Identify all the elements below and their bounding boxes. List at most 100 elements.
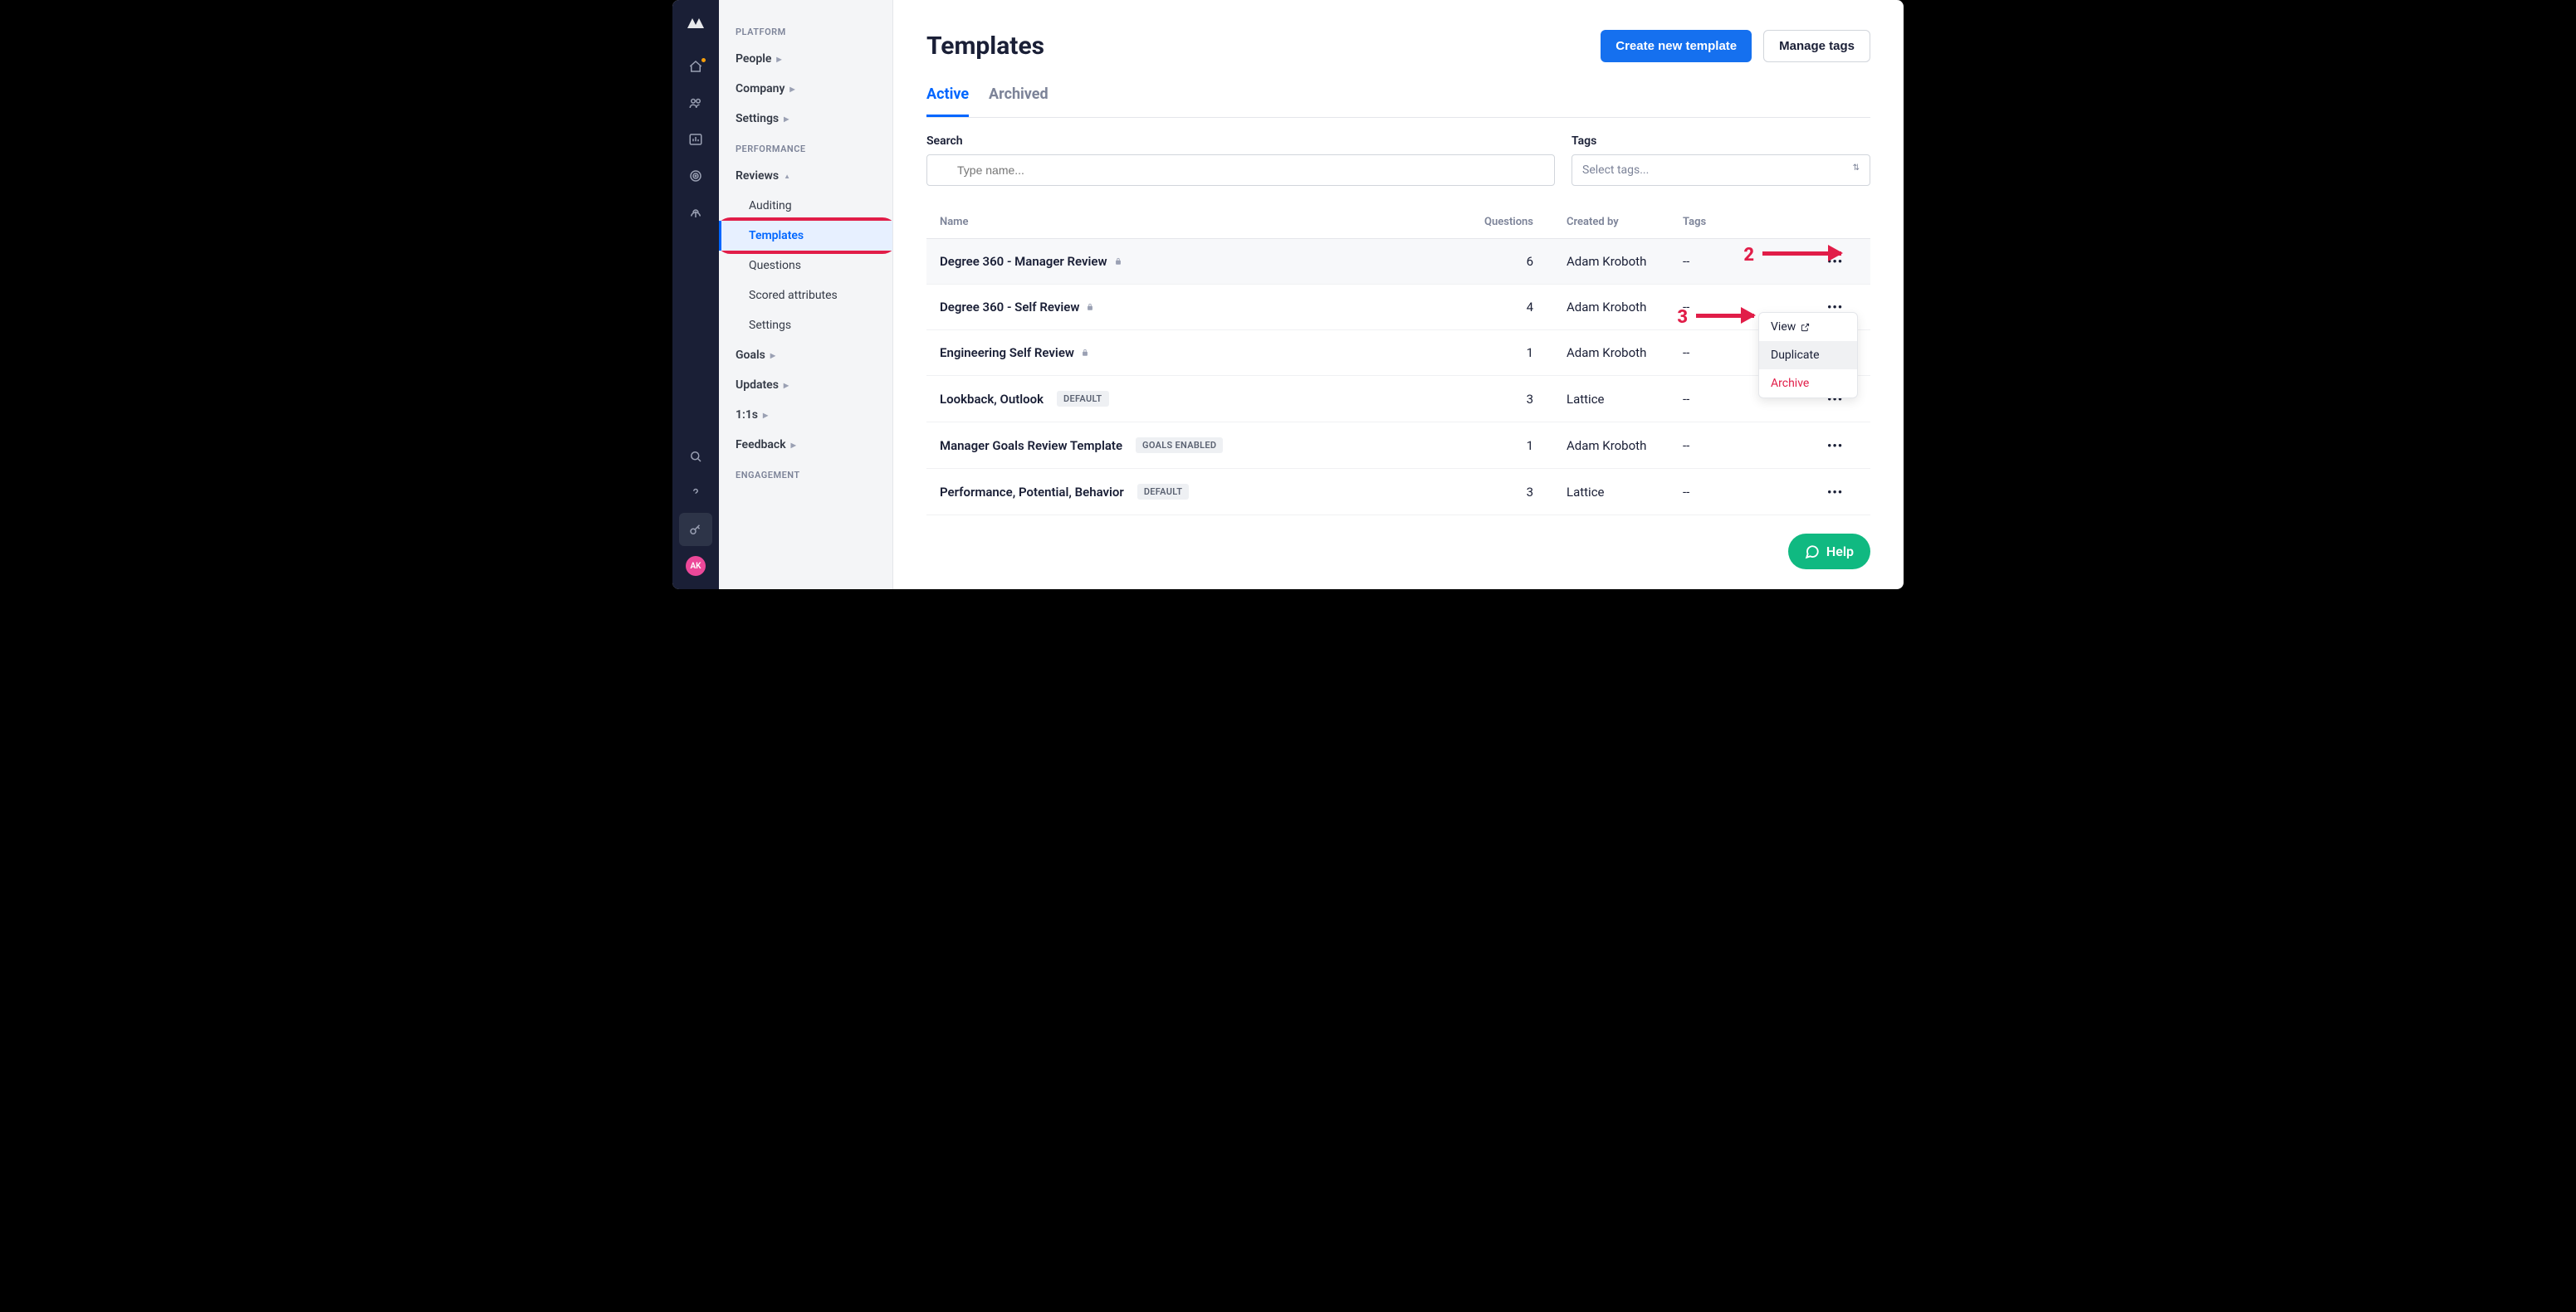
col-name-header: Name	[940, 216, 1442, 228]
template-name: Degree 360 - Self Review	[940, 300, 1079, 315]
create-template-button[interactable]: Create new template	[1601, 30, 1752, 62]
col-tags-header: Tags	[1683, 216, 1824, 228]
template-name: Lookback, Outlook	[940, 392, 1044, 407]
tags-select[interactable]: Select tags... ⇅	[1572, 154, 1870, 186]
app-window: AK PLATFORM People▶ Company▶ Settings▶ P…	[672, 0, 1904, 589]
tab-archived[interactable]: Archived	[989, 85, 1048, 117]
template-questions: 1	[1442, 345, 1533, 360]
table-row[interactable]: Engineering Self Review1Adam Kroboth--••…	[926, 330, 1870, 376]
template-questions: 4	[1442, 300, 1533, 315]
row-context-menu: View Duplicate Archive	[1758, 312, 1858, 398]
target-icon[interactable]	[679, 159, 712, 193]
sidebar: PLATFORM People▶ Company▶ Settings▶ PERF…	[719, 0, 893, 589]
caret-right-icon: ▶	[763, 412, 768, 419]
template-badge: GOALS ENABLED	[1136, 437, 1223, 453]
search-input[interactable]	[926, 154, 1555, 186]
manage-tags-button[interactable]: Manage tags	[1763, 30, 1870, 62]
table-row[interactable]: Manager Goals Review Template GOALS ENABL…	[926, 422, 1870, 469]
app-logo-icon	[686, 13, 706, 33]
sidebar-item-company[interactable]: Company▶	[719, 74, 892, 104]
caret-right-icon: ▶	[770, 352, 775, 359]
sidebar-section-engagement: ENGAGEMENT	[719, 460, 892, 487]
sidebar-subitem-templates[interactable]: Templates	[719, 221, 893, 251]
tab-active[interactable]: Active	[926, 85, 969, 117]
sidebar-subitem-auditing[interactable]: Auditing	[719, 191, 892, 221]
page-title: Templates	[926, 32, 1044, 61]
user-avatar[interactable]: AK	[686, 556, 706, 576]
more-actions-button[interactable]: •••	[1824, 251, 1846, 272]
sidebar-subitem-questions[interactable]: Questions	[719, 251, 892, 280]
annotation-highlight-1: Templates	[719, 217, 893, 254]
grow-icon[interactable]	[679, 196, 712, 229]
caret-up-icon: ▲	[784, 173, 790, 180]
caret-right-icon: ▶	[784, 382, 789, 389]
search-rail-icon[interactable]	[679, 440, 712, 473]
lock-icon	[1086, 303, 1094, 311]
template-questions: 3	[1442, 485, 1533, 500]
help-rail-icon[interactable]	[679, 476, 712, 510]
tags-placeholder: Select tags...	[1582, 163, 1649, 177]
analytics-icon[interactable]	[679, 123, 712, 156]
admin-key-icon[interactable]	[679, 513, 712, 546]
template-createdby: Adam Kroboth	[1533, 300, 1683, 315]
template-badge: DEFAULT	[1057, 391, 1108, 407]
template-createdby: Adam Kroboth	[1533, 254, 1683, 269]
sidebar-section-platform: PLATFORM	[719, 17, 892, 44]
home-icon[interactable]	[679, 50, 712, 83]
people-icon[interactable]	[679, 86, 712, 119]
template-questions: 6	[1442, 254, 1533, 269]
menu-duplicate[interactable]: Duplicate	[1759, 341, 1857, 369]
template-createdby: Lattice	[1533, 485, 1683, 500]
sidebar-item-updates[interactable]: Updates▶	[719, 370, 892, 400]
notification-dot-icon	[701, 58, 706, 62]
caret-right-icon: ▶	[784, 115, 789, 123]
sidebar-subitem-scored-attributes[interactable]: Scored attributes	[719, 280, 892, 310]
template-createdby: Adam Kroboth	[1533, 345, 1683, 360]
table-row[interactable]: Degree 360 - Manager Review 6Adam Kroboth…	[926, 239, 1870, 285]
caret-right-icon: ▶	[791, 441, 796, 449]
sidebar-item-feedback[interactable]: Feedback▶	[719, 430, 892, 460]
template-name: Performance, Potential, Behavior	[940, 485, 1124, 500]
tags-label: Tags	[1572, 134, 1870, 148]
template-tags: --	[1683, 438, 1824, 453]
table-row[interactable]: Degree 360 - Self Review4Adam Kroboth--•…	[926, 285, 1870, 330]
caret-right-icon: ▶	[776, 56, 781, 63]
col-questions-header: Questions	[1442, 216, 1533, 228]
template-name: Manager Goals Review Template	[940, 438, 1122, 453]
sidebar-item-1on1s[interactable]: 1:1s▶	[719, 400, 892, 430]
menu-view[interactable]: View	[1759, 313, 1857, 341]
sidebar-item-goals[interactable]: Goals▶	[719, 340, 892, 370]
table-header: Name Questions Created by Tags	[926, 206, 1870, 239]
sidebar-item-people[interactable]: People▶	[719, 44, 892, 74]
select-arrows-icon: ⇅	[1853, 163, 1860, 177]
lock-icon	[1114, 257, 1122, 266]
template-createdby: Adam Kroboth	[1533, 438, 1683, 453]
template-questions: 1	[1442, 438, 1533, 453]
lock-icon	[1081, 349, 1089, 357]
table-row[interactable]: Performance, Potential, Behavior DEFAULT 3…	[926, 469, 1870, 515]
template-name: Degree 360 - Manager Review	[940, 254, 1107, 269]
template-tags: --	[1683, 485, 1824, 500]
table-row[interactable]: Lookback, OutlookDEFAULT3Lattice--•••	[926, 376, 1870, 422]
templates-table: Name Questions Created by Tags Degree 36…	[926, 206, 1870, 515]
filters: Search Tags Select tags... ⇅	[926, 134, 1870, 186]
more-actions-button[interactable]: •••	[1824, 435, 1846, 456]
col-createdby-header: Created by	[1533, 216, 1683, 228]
template-badge: DEFAULT	[1137, 484, 1189, 500]
sidebar-section-performance: PERFORMANCE	[719, 134, 892, 161]
sidebar-item-settings[interactable]: Settings▶	[719, 104, 892, 134]
template-name: Engineering Self Review	[940, 345, 1074, 360]
left-rail: AK	[672, 0, 719, 589]
menu-archive[interactable]: Archive	[1759, 369, 1857, 398]
more-actions-button[interactable]: •••	[1824, 481, 1846, 503]
template-tags: --	[1683, 254, 1824, 269]
template-createdby: Lattice	[1533, 392, 1683, 407]
tabs: Active Archived	[926, 85, 1870, 118]
caret-right-icon: ▶	[789, 85, 794, 93]
sidebar-subitem-settings[interactable]: Settings	[719, 310, 892, 340]
chat-icon	[1805, 544, 1820, 559]
main-content: Templates Create new template Manage tag…	[893, 0, 1904, 589]
help-button[interactable]: Help	[1788, 534, 1870, 569]
page-header: Templates Create new template Manage tag…	[926, 30, 1870, 62]
sidebar-item-reviews[interactable]: Reviews▲	[719, 161, 892, 191]
